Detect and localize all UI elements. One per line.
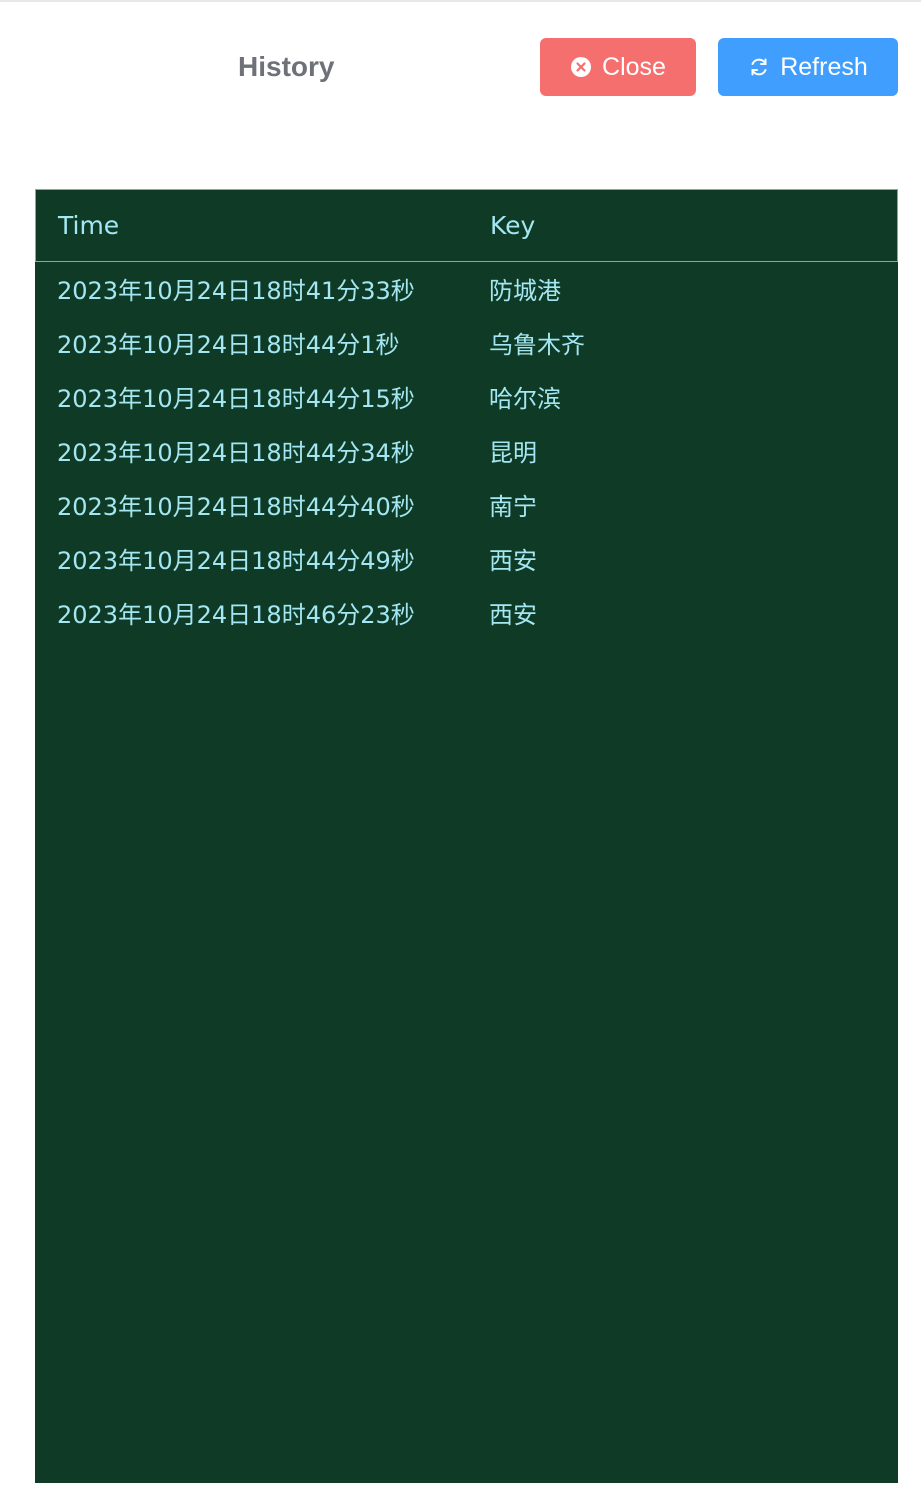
- history-table: Time Key 2023年10月24日18时41分33秒 防城港 2023年1…: [35, 189, 898, 1483]
- key-cell: 昆明: [489, 439, 537, 467]
- history-panel: History Close Refresh Time Key 2023年10月2…: [0, 0, 921, 1507]
- refresh-button-label: Refresh: [780, 52, 868, 81]
- table-row[interactable]: 2023年10月24日18时44分49秒 西安: [35, 534, 898, 588]
- time-cell: 2023年10月24日18时44分15秒: [57, 385, 415, 413]
- table-row[interactable]: 2023年10月24日18时44分15秒 哈尔滨: [35, 372, 898, 426]
- time-cell: 2023年10月24日18时46分23秒: [57, 601, 415, 629]
- key-cell: 乌鲁木齐: [489, 331, 585, 359]
- column-header-key: Key: [490, 211, 536, 240]
- table-body: 2023年10月24日18时41分33秒 防城港 2023年10月24日18时4…: [35, 262, 898, 642]
- refresh-icon: [748, 56, 770, 78]
- key-cell: 哈尔滨: [489, 385, 561, 413]
- page-title: History: [238, 51, 335, 82]
- close-button[interactable]: Close: [540, 38, 696, 96]
- time-cell: 2023年10月24日18时44分1秒: [57, 331, 400, 359]
- time-cell: 2023年10月24日18时44分34秒: [57, 439, 415, 467]
- circle-x-icon: [570, 56, 592, 78]
- table-row[interactable]: 2023年10月24日18时46分23秒 西安: [35, 588, 898, 642]
- column-header-time: Time: [58, 211, 120, 240]
- key-cell: 西安: [489, 601, 537, 629]
- key-cell: 南宁: [489, 493, 537, 521]
- key-cell: 防城港: [489, 277, 561, 305]
- table-row[interactable]: 2023年10月24日18时44分1秒 乌鲁木齐: [35, 318, 898, 372]
- time-cell: 2023年10月24日18时44分49秒: [57, 547, 415, 575]
- refresh-button[interactable]: Refresh: [718, 38, 898, 96]
- close-button-label: Close: [602, 52, 666, 81]
- table-row[interactable]: 2023年10月24日18时41分33秒 防城港: [35, 264, 898, 318]
- time-cell: 2023年10月24日18时41分33秒: [57, 277, 415, 305]
- key-cell: 西安: [489, 547, 537, 575]
- table-row[interactable]: 2023年10月24日18时44分40秒 南宁: [35, 480, 898, 534]
- time-cell: 2023年10月24日18时44分40秒: [57, 493, 415, 521]
- table-row[interactable]: 2023年10月24日18时44分34秒 昆明: [35, 426, 898, 480]
- table-header: Time Key: [35, 189, 898, 262]
